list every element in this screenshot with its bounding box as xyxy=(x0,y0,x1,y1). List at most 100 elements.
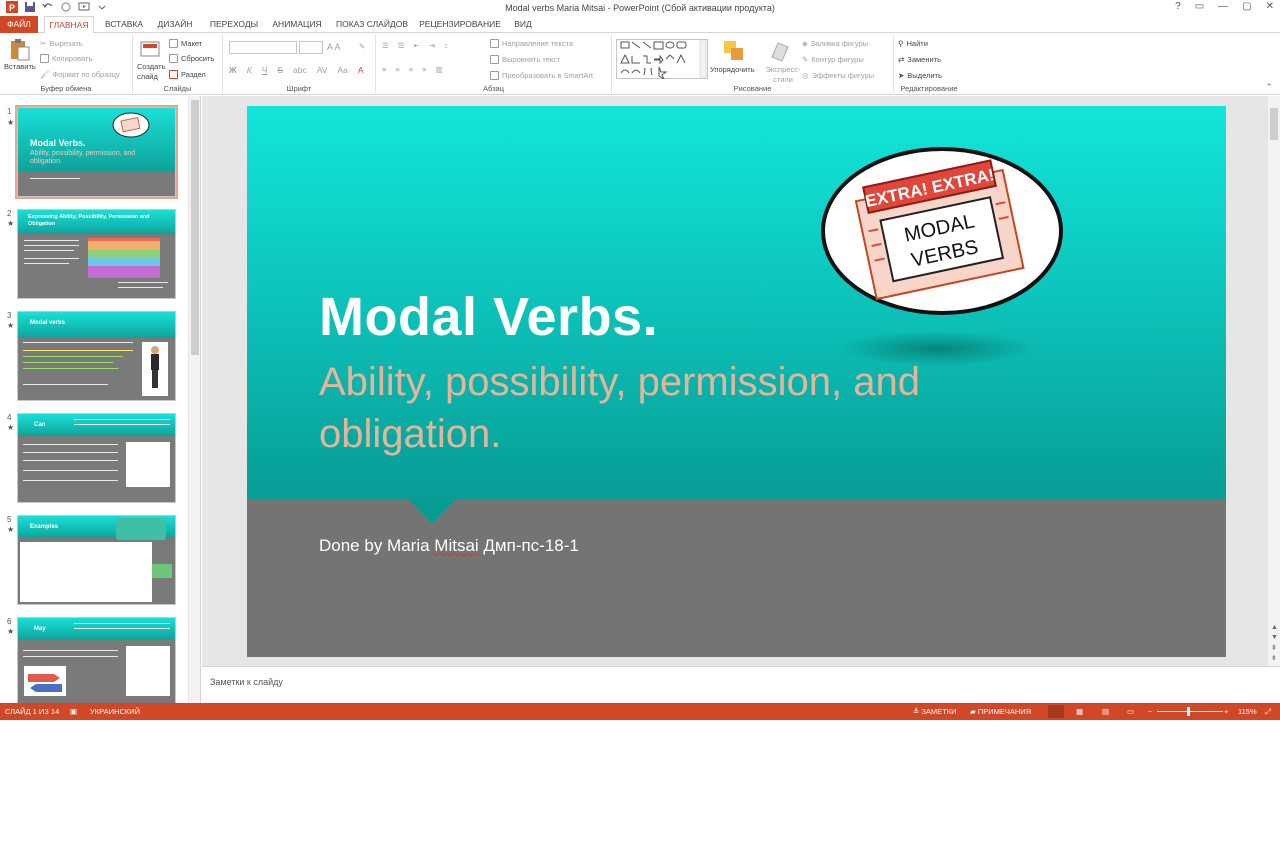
scrollbar-thumb[interactable] xyxy=(1270,108,1278,140)
slide-scrollbar[interactable]: ▲ ▼ ⇞ ⇟ xyxy=(1268,96,1280,666)
collapse-ribbon-icon[interactable]: ⌃ xyxy=(1266,82,1272,91)
strike-abc-button[interactable]: abc xyxy=(293,65,307,75)
slide-subtitle[interactable]: Ability, possibility, permission, and ob… xyxy=(319,356,1079,460)
slide-thumbnail-1[interactable]: Modal Verbs. Ability, possibility, permi… xyxy=(15,105,178,199)
modal-verbs-badge-image[interactable]: EXTRA! EXTRA! MODAL VERBS xyxy=(820,146,1065,316)
quick-styles-button[interactable]: Экспресс-стили xyxy=(764,65,802,85)
scroll-down-icon[interactable]: ▼ xyxy=(1271,634,1278,641)
tab-transitions[interactable]: ПЕРЕХОДЫ xyxy=(204,16,264,33)
paste-icon[interactable] xyxy=(8,38,32,62)
align-center-icon[interactable]: ≡ xyxy=(395,65,399,74)
zoom-slider[interactable] xyxy=(1157,711,1223,712)
tab-slideshow[interactable]: ПОКАЗ СЛАЙДОВ xyxy=(333,16,411,33)
slide-thumbnail-3[interactable]: Modal verbs xyxy=(17,311,176,401)
fit-to-window-icon[interactable]: ⤢ xyxy=(1265,707,1271,717)
italic-button[interactable]: К xyxy=(247,65,252,75)
slide-thumbnail-5[interactable]: Examples xyxy=(17,515,176,605)
line-spacing-icon[interactable]: ↕ xyxy=(444,41,448,50)
tab-review[interactable]: РЕЦЕНЗИРОВАНИЕ xyxy=(418,16,502,33)
new-slide-button[interactable]: Создать слайд xyxy=(137,62,167,82)
slide-thumbnail-4[interactable]: Can xyxy=(17,413,176,503)
animation-star-icon: ★ xyxy=(7,627,15,636)
section-button[interactable]: Раздел xyxy=(169,70,206,79)
comments-button[interactable]: ▰ ПРИМЕЧАНИЯ xyxy=(970,707,1031,716)
cut-button[interactable]: ✂ Вырезать xyxy=(40,39,83,48)
align-right-icon[interactable]: ≡ xyxy=(409,65,413,74)
font-name-field[interactable] xyxy=(229,41,297,54)
slide-counter: СЛАЙД 1 ИЗ 14 xyxy=(5,707,60,716)
font-color-button[interactable]: A xyxy=(358,65,364,75)
arrange-button[interactable]: Упорядочить xyxy=(710,65,755,74)
slide-author[interactable]: Done by Maria Mitsai Дмп-пс-18-1 xyxy=(319,536,579,556)
next-slide-icon[interactable]: ⇟ xyxy=(1271,654,1277,662)
notes-pane[interactable]: Заметки к слайду xyxy=(202,666,1280,703)
align-left-icon[interactable]: ≡ xyxy=(382,65,386,74)
language-indicator[interactable]: УКРАИНСКИЙ xyxy=(90,707,140,716)
format-painter-button[interactable]: 🖌 Формат по образцу xyxy=(40,70,120,79)
prev-slide-icon[interactable]: ⇞ xyxy=(1271,644,1277,652)
animation-star-icon: ★ xyxy=(7,423,15,432)
scroll-up-icon[interactable]: ▲ xyxy=(1271,624,1278,631)
shape-effects-button[interactable]: ◎ Эффекты фигуры xyxy=(802,71,874,80)
zoom-slider-knob[interactable] xyxy=(1187,707,1190,716)
slide-title[interactable]: Modal Verbs. xyxy=(319,286,658,348)
paste-button[interactable]: Вставить xyxy=(4,62,36,71)
notes-placeholder[interactable]: Заметки к слайду xyxy=(210,677,283,687)
ribbon-display-button[interactable]: ▭ xyxy=(1195,1,1204,12)
arrange-icon[interactable] xyxy=(722,39,746,63)
clear-format-icon[interactable]: ✎ xyxy=(359,42,365,51)
tab-design[interactable]: ДИЗАЙН xyxy=(152,16,198,33)
reset-button[interactable]: Сбросить xyxy=(169,54,214,63)
slide-thumbnail-2[interactable]: Expressing Ability, Possibility, Permiss… xyxy=(17,209,176,299)
bold-button[interactable]: Ж xyxy=(229,65,237,75)
thumbnails-scrollbar[interactable] xyxy=(188,96,200,703)
columns-icon[interactable]: ▥ xyxy=(436,65,443,74)
replace-button[interactable]: ⇄ Заменить xyxy=(898,55,941,64)
shape-fill-button[interactable]: ◈ Заливка фигуры xyxy=(802,39,868,48)
find-button[interactable]: ⚲ Найти xyxy=(898,39,928,48)
font-size-buttons[interactable]: A A xyxy=(327,42,341,52)
char-spacing-button[interactable]: AV xyxy=(317,65,328,75)
underline-button[interactable]: Ч xyxy=(262,65,268,75)
align-text-button[interactable]: Выровнять текст xyxy=(490,55,560,64)
smartart-button[interactable]: Преобразовать в SmartArt xyxy=(490,71,593,80)
slide-thumbnail-6[interactable]: May xyxy=(17,617,176,703)
notes-button[interactable]: ≜ ЗАМЕТКИ xyxy=(913,707,957,716)
zoom-in-button[interactable]: + xyxy=(1224,707,1228,716)
new-slide-icon[interactable] xyxy=(139,38,163,62)
justify-icon[interactable]: ≡ xyxy=(422,65,426,74)
layout-button[interactable]: Макет xyxy=(169,39,202,48)
decrease-indent-icon[interactable]: ⇤ xyxy=(413,41,419,50)
copy-button[interactable]: Копировать xyxy=(40,54,92,63)
shapes-gallery[interactable] xyxy=(616,39,708,79)
shape-outline-button[interactable]: ✎ Контур фигуры xyxy=(802,55,864,64)
change-case-button[interactable]: Aa xyxy=(337,65,347,75)
font-size-field[interactable] xyxy=(299,41,323,54)
select-button[interactable]: ➤ Выделить xyxy=(898,71,942,80)
normal-view-button[interactable] xyxy=(1048,705,1064,718)
minimize-button[interactable]: — xyxy=(1218,1,1228,12)
slide-sorter-icon[interactable]: ▦ xyxy=(1076,707,1083,716)
increase-indent-icon[interactable]: ⇥ xyxy=(429,41,435,50)
tab-insert[interactable]: ВСТАВКА xyxy=(100,16,148,33)
spellcheck-icon[interactable]: ▣ xyxy=(70,707,77,716)
current-slide[interactable]: EXTRA! EXTRA! MODAL VERBS Modal Verbs. A… xyxy=(247,106,1226,657)
text-direction-button[interactable]: Направление текста xyxy=(490,39,573,48)
scrollbar-thumb[interactable] xyxy=(191,100,199,355)
close-button[interactable]: ✕ xyxy=(1266,1,1274,12)
tab-home[interactable]: ГЛАВНАЯ xyxy=(44,16,94,34)
help-button[interactable]: ? xyxy=(1175,1,1181,12)
zoom-out-button[interactable]: − xyxy=(1148,707,1152,716)
tab-view[interactable]: ВИД xyxy=(509,16,537,33)
restore-button[interactable]: ▢ xyxy=(1242,1,1251,12)
zoom-level[interactable]: 115% xyxy=(1238,707,1257,716)
reading-view-icon[interactable]: ▤ xyxy=(1102,707,1109,716)
bullets-icon[interactable]: ☰ xyxy=(382,41,389,50)
numbering-icon[interactable]: ☰ xyxy=(398,41,405,50)
slideshow-view-icon[interactable]: ▭ xyxy=(1127,707,1134,716)
strikethrough-button[interactable]: S xyxy=(277,65,283,75)
thumb-table xyxy=(20,542,152,602)
tab-file[interactable]: ФАЙЛ xyxy=(0,16,38,33)
quick-styles-icon[interactable] xyxy=(768,39,792,63)
tab-animations[interactable]: АНИМАЦИЯ xyxy=(268,16,326,33)
